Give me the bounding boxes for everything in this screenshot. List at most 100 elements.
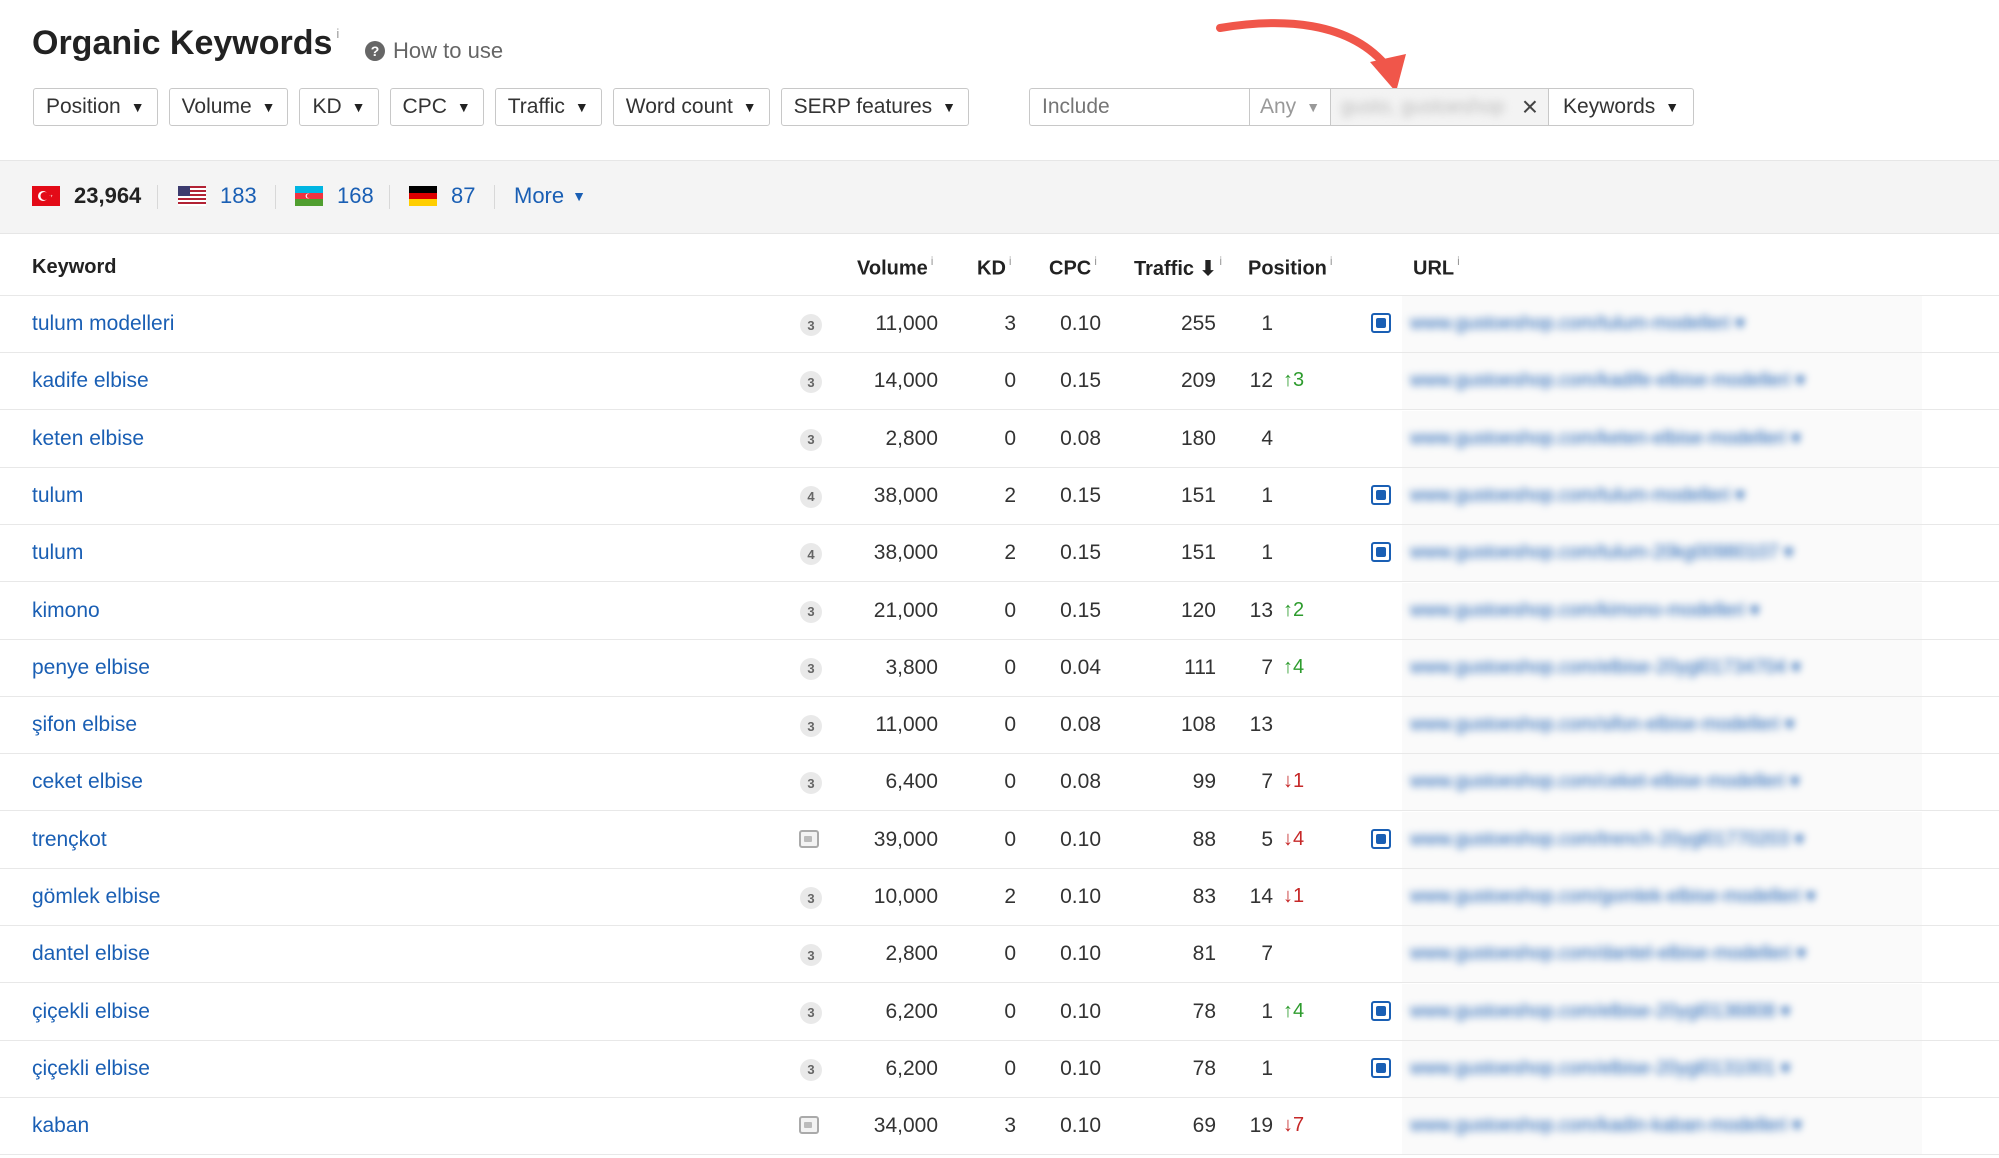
position-value: 7 bbox=[1261, 942, 1273, 966]
info-icon[interactable]: i bbox=[1457, 254, 1460, 268]
serp-features-count[interactable]: 3 bbox=[800, 887, 822, 909]
word-count-filter[interactable]: Word count ▼ bbox=[612, 88, 770, 126]
url-link[interactable]: www.gustoeshop.com/elbise-20ygl0131001 ▾ bbox=[1410, 1057, 1790, 1080]
keyword-link[interactable]: tulum bbox=[32, 541, 83, 565]
keyword-link[interactable]: tulum modelleri bbox=[32, 312, 174, 336]
image-pack-icon[interactable] bbox=[1371, 1000, 1391, 1021]
volume-value: 34,000 bbox=[873, 1114, 938, 1138]
keyword-link[interactable]: trençkot bbox=[32, 828, 107, 852]
info-icon[interactable]: i bbox=[1009, 254, 1012, 268]
how-to-use-link[interactable]: ? How to use bbox=[365, 38, 503, 64]
url-link[interactable]: www.gustoeshop.com/elbise-20ygl0136808 ▾ bbox=[1410, 1000, 1790, 1023]
serp-features-count[interactable]: 3 bbox=[800, 1001, 822, 1024]
keyword-link[interactable]: dantel elbise bbox=[32, 942, 150, 966]
country-tab-us[interactable]: 183 bbox=[178, 183, 257, 209]
url-link[interactable]: www.gustoeshop.com/ceket-elbise-modeller… bbox=[1410, 770, 1800, 793]
serp-features-count[interactable]: 3 bbox=[800, 314, 822, 336]
info-icon[interactable]: i bbox=[931, 254, 934, 268]
url-link[interactable]: www.gustoeshop.com/sifon-elbise-modeller… bbox=[1410, 713, 1794, 736]
serp-features-count[interactable]: 3 bbox=[800, 428, 822, 451]
serp-features-count[interactable]: 3 bbox=[800, 600, 822, 623]
url-link[interactable]: www.gustoeshop.com/kimono-modelleri ▾ bbox=[1410, 599, 1760, 622]
col-header-label: Volume bbox=[857, 257, 928, 280]
table-row: çiçekli elbise 3 6,200 0 0.10 78 1 www.gustoesh… bbox=[0, 1040, 1999, 1098]
image-pack-icon[interactable] bbox=[1371, 484, 1391, 505]
serp-features-count[interactable]: 3 bbox=[800, 772, 822, 795]
cpc-filter-label: CPC bbox=[402, 95, 447, 118]
position-change: ↓4 bbox=[1283, 827, 1305, 850]
image-pack-icon[interactable] bbox=[1371, 1057, 1391, 1078]
more-countries-button[interactable]: More ▼ bbox=[514, 183, 586, 209]
serp-features-count[interactable]: 3 bbox=[800, 944, 822, 967]
kd-filter-label: KD bbox=[312, 95, 342, 118]
url-link[interactable]: www.gustoeshop.com/kadin-kaban-modelleri… bbox=[1410, 1114, 1802, 1137]
serp-features-count[interactable]: 4 bbox=[800, 485, 822, 508]
image-pack-icon[interactable] bbox=[1371, 828, 1391, 849]
col-header-url[interactable]: URL i bbox=[1413, 254, 1460, 281]
keyword-link[interactable]: keten elbise bbox=[32, 427, 144, 451]
serp-features-count[interactable]: 3 bbox=[800, 715, 822, 738]
keywords-scope-select[interactable]: Keywords ▼ bbox=[1548, 88, 1695, 126]
info-icon[interactable]: i bbox=[336, 26, 339, 41]
image-pack-icon[interactable] bbox=[1371, 542, 1391, 563]
serp-features-count[interactable]: 3 bbox=[800, 371, 822, 394]
kd-value: 0 bbox=[1004, 369, 1016, 393]
serp-features-count[interactable]: 4 bbox=[800, 543, 822, 566]
info-icon[interactable]: i bbox=[1094, 254, 1097, 268]
volume-value: 21,000 bbox=[873, 598, 938, 622]
include-input[interactable] bbox=[1029, 88, 1249, 126]
col-header-position[interactable]: Position i bbox=[1248, 254, 1333, 281]
volume-value: 14,000 bbox=[873, 369, 938, 393]
serp-features-count[interactable]: 3 bbox=[800, 1058, 822, 1081]
cpc-filter[interactable]: CPC ▼ bbox=[389, 88, 484, 126]
col-header-traffic[interactable]: Traffic ⬇ i bbox=[1134, 254, 1222, 281]
col-header-label: URL bbox=[1413, 257, 1455, 280]
country-tab-de[interactable]: 87 bbox=[409, 183, 475, 209]
keyword-link[interactable]: şifon elbise bbox=[32, 713, 137, 737]
country-tab-tr[interactable]: 23,964 bbox=[32, 183, 141, 209]
keyword-link[interactable]: tulum bbox=[32, 484, 83, 508]
url-link[interactable]: www.gustoeshop.com/tulum-modelleri ▾ bbox=[1410, 484, 1745, 507]
col-header-cpc[interactable]: CPC i bbox=[1049, 254, 1097, 281]
traffic-value: 180 bbox=[1180, 426, 1216, 450]
serp-features-filter-label: SERP features bbox=[793, 95, 933, 118]
keyword-link[interactable]: gömlek elbise bbox=[32, 885, 160, 909]
keyword-link[interactable]: çiçekli elbise bbox=[32, 1000, 150, 1024]
url-link[interactable]: www.gustoeshop.com/elbise-20ygl01734704 … bbox=[1410, 656, 1801, 679]
kd-value: 0 bbox=[1004, 1056, 1016, 1080]
keyword-link[interactable]: kaban bbox=[32, 1114, 89, 1138]
cpc-value: 0.04 bbox=[1060, 655, 1101, 679]
keyword-link[interactable]: ceket elbise bbox=[32, 770, 143, 794]
col-header-volume[interactable]: Volume i bbox=[857, 254, 934, 281]
country-tab-az[interactable]: 168 bbox=[295, 183, 374, 209]
keyword-link[interactable]: kimono bbox=[32, 599, 100, 623]
image-pack-icon[interactable] bbox=[1371, 313, 1391, 333]
keyword-link[interactable]: penye elbise bbox=[32, 656, 150, 680]
position-value: 13 bbox=[1249, 598, 1273, 622]
url-link[interactable]: www.gustoeshop.com/tulum-20kg00980107 ▾ bbox=[1410, 541, 1793, 564]
keyword-link[interactable]: kadife elbise bbox=[32, 369, 149, 393]
url-link[interactable]: www.gustoeshop.com/keten-elbise-modeller… bbox=[1410, 427, 1801, 450]
serp-image-icon[interactable] bbox=[799, 1116, 819, 1135]
col-header-kd[interactable]: KD i bbox=[977, 254, 1012, 281]
table-row: kadife elbise 3 14,000 0 0.15 209 12 ↑3 www.gust… bbox=[0, 353, 1999, 411]
col-header-keyword[interactable]: Keyword bbox=[32, 256, 116, 279]
info-icon[interactable]: i bbox=[1330, 254, 1333, 268]
serp-image-icon[interactable] bbox=[799, 829, 819, 848]
url-link[interactable]: www.gustoeshop.com/gomlek-elbise-modelle… bbox=[1410, 885, 1816, 908]
traffic-filter[interactable]: Traffic ▼ bbox=[494, 88, 602, 126]
url-link[interactable]: www.gustoeshop.com/tulum-modelleri ▾ bbox=[1410, 312, 1745, 335]
kd-filter[interactable]: KD ▼ bbox=[299, 88, 379, 126]
match-mode-select[interactable]: Any ▼ bbox=[1249, 88, 1331, 126]
keyword-link[interactable]: çiçekli elbise bbox=[32, 1057, 150, 1081]
url-link[interactable]: www.gustoeshop.com/trench-20ygl01770203 … bbox=[1410, 828, 1804, 851]
position-filter[interactable]: Position ▼ bbox=[33, 88, 158, 126]
close-icon[interactable]: × bbox=[1522, 93, 1538, 121]
serp-features-filter[interactable]: SERP features ▼ bbox=[780, 88, 970, 126]
serp-features-count[interactable]: 3 bbox=[800, 657, 822, 680]
url-link[interactable]: www.gustoeshop.com/dantel-elbise-modelle… bbox=[1410, 942, 1806, 965]
volume-filter[interactable]: Volume ▼ bbox=[168, 88, 289, 126]
info-icon[interactable]: i bbox=[1219, 254, 1222, 268]
url-link[interactable]: www.gustoeshop.com/kadife-elbise-modelle… bbox=[1410, 369, 1805, 392]
exclude-chip[interactable]: gusto, gustoeshop × bbox=[1330, 88, 1549, 126]
